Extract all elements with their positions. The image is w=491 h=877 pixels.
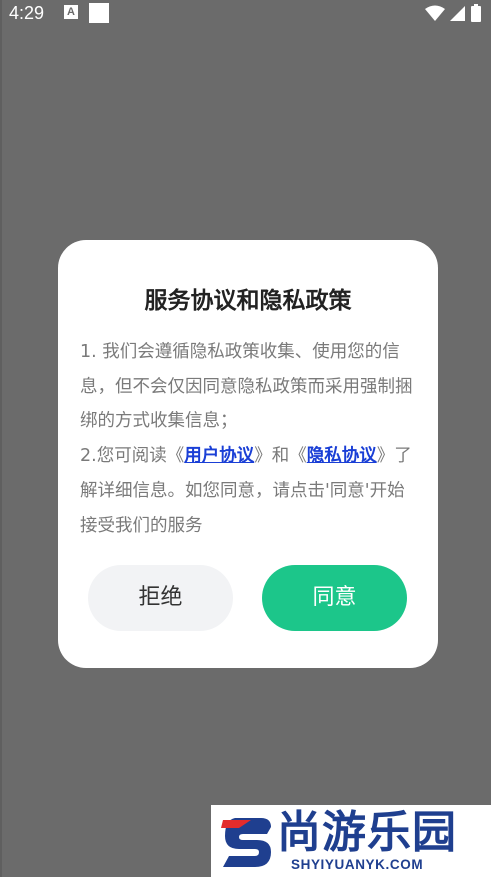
agree-button[interactable]: 同意 <box>262 565 407 631</box>
battery-icon <box>471 4 481 22</box>
screen-edge <box>0 0 2 877</box>
dialog-paragraph-2: 2.您可阅读《用户协议》和《隐私协议》了解详细信息。如您同意，请点击'同意'开始… <box>80 439 416 543</box>
site-watermark: 尚游乐园 SHYIYUANYK.COM <box>211 805 491 877</box>
dialog-paragraph-1: 1. 我们会遵循隐私政策收集、使用您的信息，但不会仅因同意隐私政策而采用强制捆绑… <box>80 342 413 432</box>
privacy-agreement-link[interactable]: 隐私协议 <box>307 446 377 466</box>
status-icons <box>425 4 483 22</box>
status-bar: 4:29 A <box>0 0 491 26</box>
reject-button[interactable]: 拒绝 <box>88 565 233 631</box>
dialog-title: 服务协议和隐私政策 <box>144 288 352 314</box>
watermark-name: 尚游乐园 <box>277 807 457 858</box>
paragraph-2-prefix: 2.您可阅读《 <box>80 446 185 467</box>
paragraph-2-mid: 》和《 <box>254 446 307 467</box>
notification-a-icon: A <box>64 5 78 19</box>
signal-icon <box>450 6 465 21</box>
watermark-logo-icon <box>221 818 271 867</box>
watermark-domain: SHYIYUANYK.COM <box>291 857 424 872</box>
notification-square-icon <box>89 3 109 23</box>
wifi-icon <box>425 5 445 21</box>
dialog-body: 1. 我们会遵循隐私政策收集、使用您的信息，但不会仅因同意隐私政策而采用强制捆绑… <box>80 335 416 543</box>
privacy-dialog: 服务协议和隐私政策 1. 我们会遵循隐私政策收集、使用您的信息，但不会仅因同意隐… <box>58 240 438 668</box>
status-time: 4:29 <box>9 3 45 23</box>
user-agreement-link[interactable]: 用户协议 <box>184 446 254 466</box>
